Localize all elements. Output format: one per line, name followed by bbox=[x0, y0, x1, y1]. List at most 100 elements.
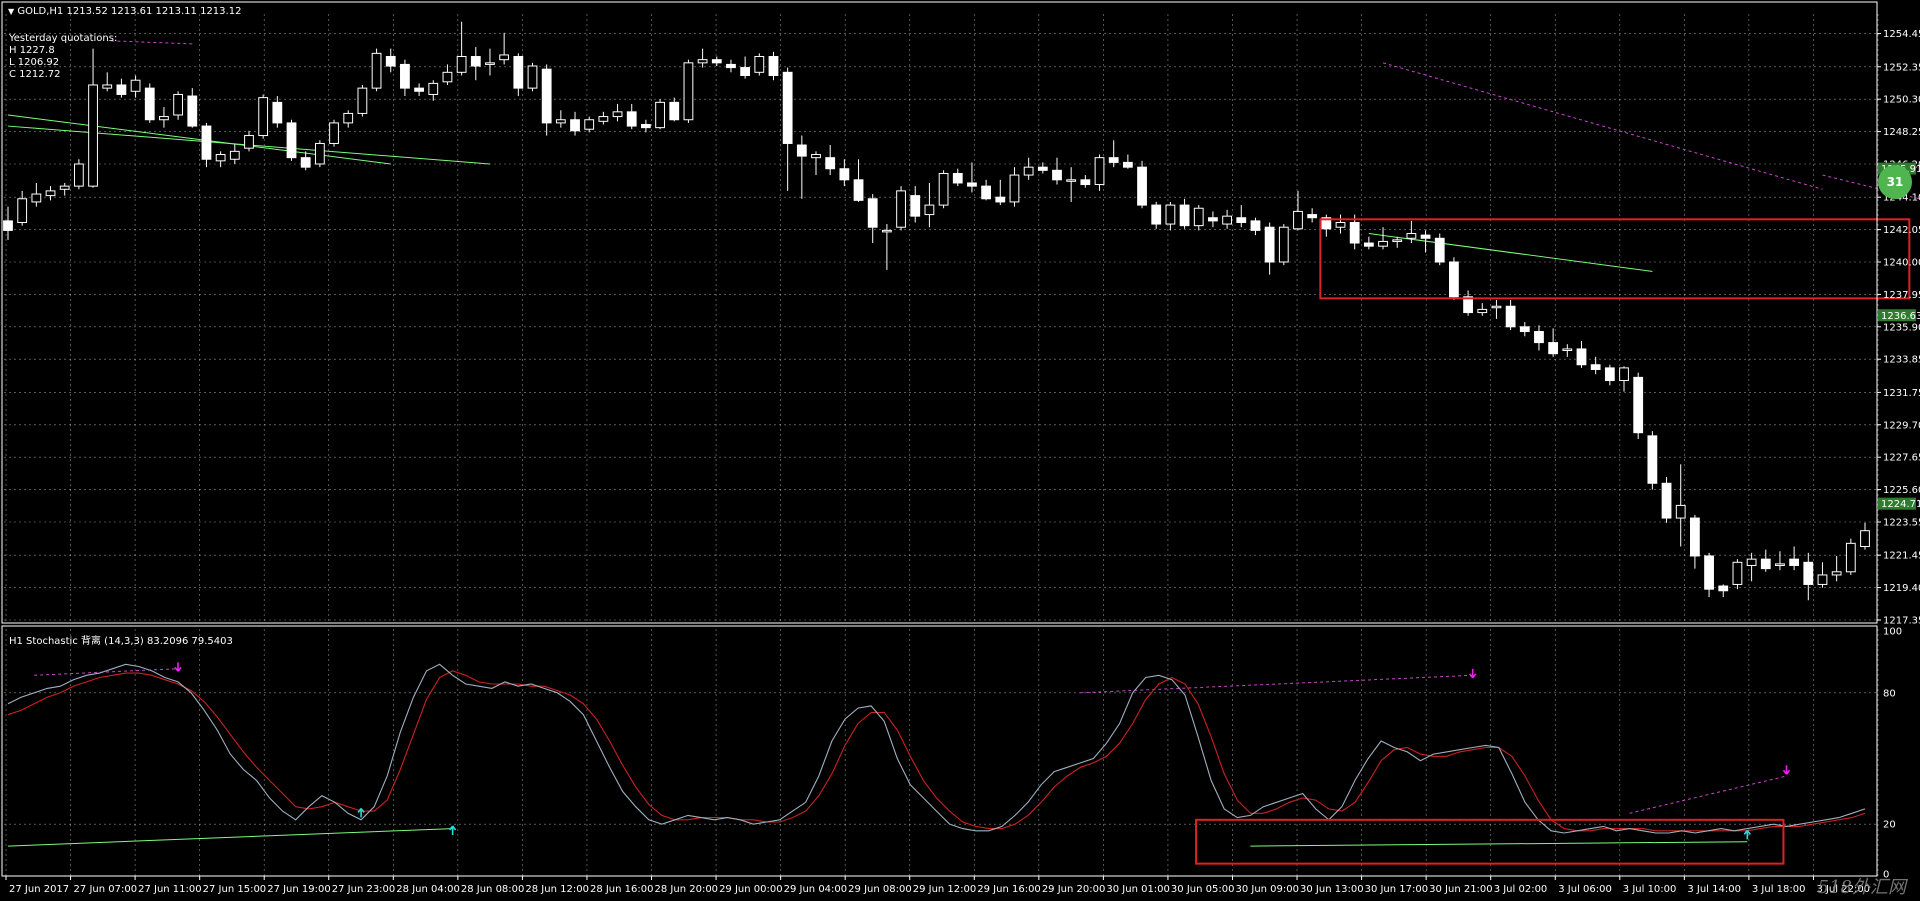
price-label: 1233.85 bbox=[1883, 355, 1920, 366]
candle-body bbox=[1122, 161, 1133, 168]
chart-header: ▼ GOLD,H1 1213.52 1213.61 1213.11 1213.1… bbox=[8, 6, 241, 17]
candle-body bbox=[513, 56, 524, 89]
candle-body bbox=[811, 154, 821, 159]
candle-body bbox=[1661, 482, 1672, 519]
candle-body bbox=[88, 84, 98, 187]
candle-body bbox=[796, 144, 807, 157]
candle-body bbox=[400, 63, 410, 89]
candle-body bbox=[1449, 261, 1459, 298]
candle-body bbox=[1590, 364, 1601, 370]
time-label: 3 Jul 18:00 bbox=[1752, 884, 1806, 895]
candle-body bbox=[1037, 166, 1048, 171]
candle-body bbox=[683, 62, 694, 121]
price-alert-badge[interactable]: 31 bbox=[1878, 165, 1912, 199]
candle-body bbox=[357, 87, 368, 114]
candle-body bbox=[1193, 207, 1204, 227]
price-label: 1223.55 bbox=[1883, 518, 1920, 529]
candle-body bbox=[144, 87, 155, 121]
candle-body bbox=[1562, 348, 1573, 352]
candle-body bbox=[1505, 305, 1516, 328]
candle-body bbox=[1718, 585, 1729, 592]
price-label: 1231.75 bbox=[1883, 388, 1920, 399]
time-label: 30 Jun 13:00 bbox=[1300, 884, 1364, 895]
candle-body bbox=[130, 79, 141, 92]
candle-body bbox=[17, 198, 28, 223]
time-label: 27 Jun 23:00 bbox=[332, 884, 396, 895]
trading-chart[interactable]: 1254.451252.351250.301248.251246.201244.… bbox=[0, 0, 1920, 901]
candle-body bbox=[59, 185, 70, 190]
candle-body bbox=[1108, 157, 1119, 163]
time-label: 28 Jun 16:00 bbox=[590, 884, 654, 895]
candle-body bbox=[201, 125, 212, 160]
candle-body bbox=[1151, 204, 1162, 225]
candle-body bbox=[1392, 239, 1403, 242]
price-label: 1250.30 bbox=[1883, 95, 1920, 106]
price-label: 1235.90 bbox=[1883, 322, 1920, 333]
price-label: 1225.60 bbox=[1883, 485, 1920, 496]
candle-body bbox=[1845, 542, 1856, 573]
candle-body bbox=[1775, 563, 1785, 566]
time-label: 27 Jun 11:00 bbox=[138, 884, 202, 895]
collapse-triangle-icon[interactable]: ▼ bbox=[8, 7, 14, 16]
price-label: 1240.00 bbox=[1883, 257, 1920, 268]
candle-body bbox=[1604, 367, 1615, 382]
candle-body bbox=[782, 71, 793, 144]
candle-body bbox=[1675, 504, 1686, 519]
candle-body bbox=[1208, 217, 1218, 222]
price-label: 1248.25 bbox=[1883, 127, 1920, 138]
candle-body bbox=[853, 179, 864, 201]
candle-body bbox=[1434, 237, 1445, 263]
candle-body bbox=[541, 68, 552, 124]
candle-body bbox=[598, 116, 609, 122]
price-label: 1242.05 bbox=[1883, 225, 1920, 236]
candle-body bbox=[612, 111, 623, 118]
candle-body bbox=[31, 193, 42, 203]
candle-body bbox=[967, 182, 977, 187]
time-label: 27 Jun 15:00 bbox=[203, 884, 267, 895]
candle-body bbox=[1803, 561, 1814, 585]
candle-body bbox=[45, 190, 56, 197]
candle-body bbox=[570, 119, 580, 132]
candle-body bbox=[1789, 558, 1800, 566]
candle-body bbox=[1860, 530, 1870, 548]
candle-body bbox=[414, 87, 424, 92]
candle-body bbox=[1378, 240, 1388, 247]
candle-body bbox=[1250, 220, 1261, 231]
time-label: 28 Jun 04:00 bbox=[396, 884, 460, 895]
price-label: 1237.95 bbox=[1883, 290, 1920, 301]
candle-body bbox=[1633, 376, 1644, 434]
candle-body bbox=[1704, 555, 1714, 590]
time-label: 3 Jul 02:00 bbox=[1494, 884, 1548, 895]
candle-body bbox=[1491, 305, 1502, 309]
quotes-title: Yesterday quotations: bbox=[9, 33, 118, 44]
candle-body bbox=[159, 116, 169, 121]
time-label: 28 Jun 12:00 bbox=[525, 884, 589, 895]
candle-body bbox=[754, 56, 765, 73]
candle-body bbox=[300, 157, 311, 168]
candle-body bbox=[697, 59, 708, 64]
candle-body bbox=[385, 56, 396, 67]
candle-body bbox=[1293, 210, 1303, 230]
price-label: 1254.45 bbox=[1883, 29, 1920, 40]
candle-body bbox=[641, 123, 651, 129]
stoch-level-label: 80 bbox=[1883, 688, 1896, 699]
time-label: 3 Jul 06:00 bbox=[1558, 884, 1612, 895]
candle-body bbox=[711, 59, 722, 64]
candle-body bbox=[173, 93, 184, 116]
stoch-level-label: 100 bbox=[1883, 627, 1902, 638]
candle-body bbox=[1264, 226, 1275, 263]
candle-body bbox=[456, 56, 467, 73]
time-label: 29 Jun 16:00 bbox=[977, 884, 1041, 895]
candle-body bbox=[229, 150, 240, 160]
candle-body bbox=[116, 84, 127, 95]
candle-body bbox=[825, 157, 836, 170]
quote-close: C 1212.72 bbox=[9, 69, 61, 80]
current-price-label: 1224.71 bbox=[1881, 499, 1920, 510]
candle-body bbox=[1477, 308, 1488, 314]
candle-body bbox=[102, 84, 113, 89]
candle-body bbox=[1760, 558, 1771, 570]
candle-body bbox=[1619, 367, 1629, 382]
symbol-label: GOLD,H1 bbox=[17, 6, 64, 17]
candle-body bbox=[1278, 226, 1289, 263]
candle-body bbox=[839, 168, 850, 181]
